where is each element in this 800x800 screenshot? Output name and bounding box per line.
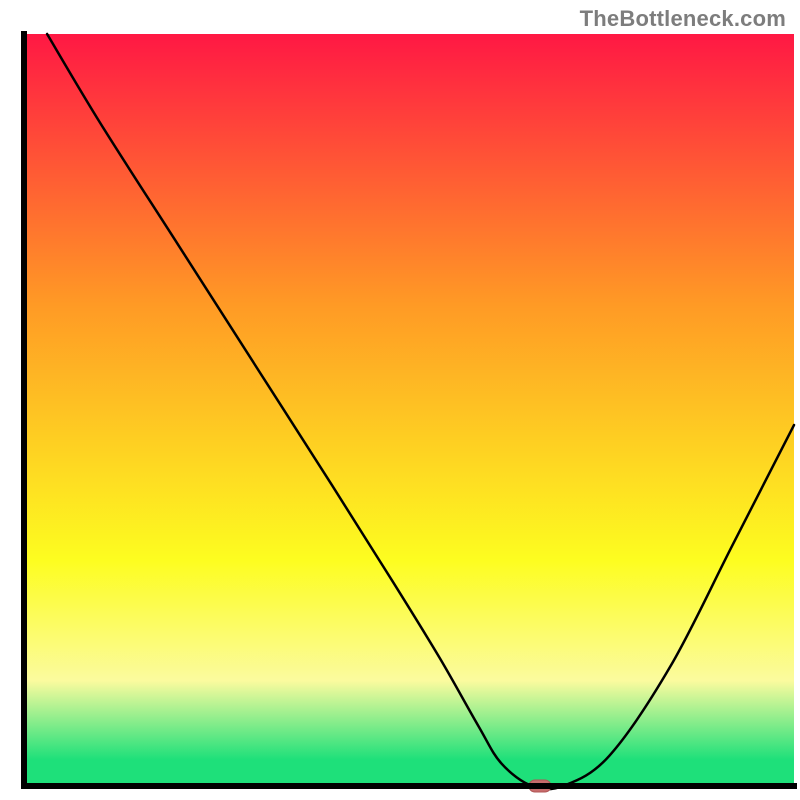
bottleneck-chart — [0, 0, 800, 800]
watermark-text: TheBottleneck.com — [580, 6, 786, 32]
gradient-background — [24, 34, 794, 786]
plot-area — [24, 34, 794, 792]
chart-container: TheBottleneck.com — [0, 0, 800, 800]
